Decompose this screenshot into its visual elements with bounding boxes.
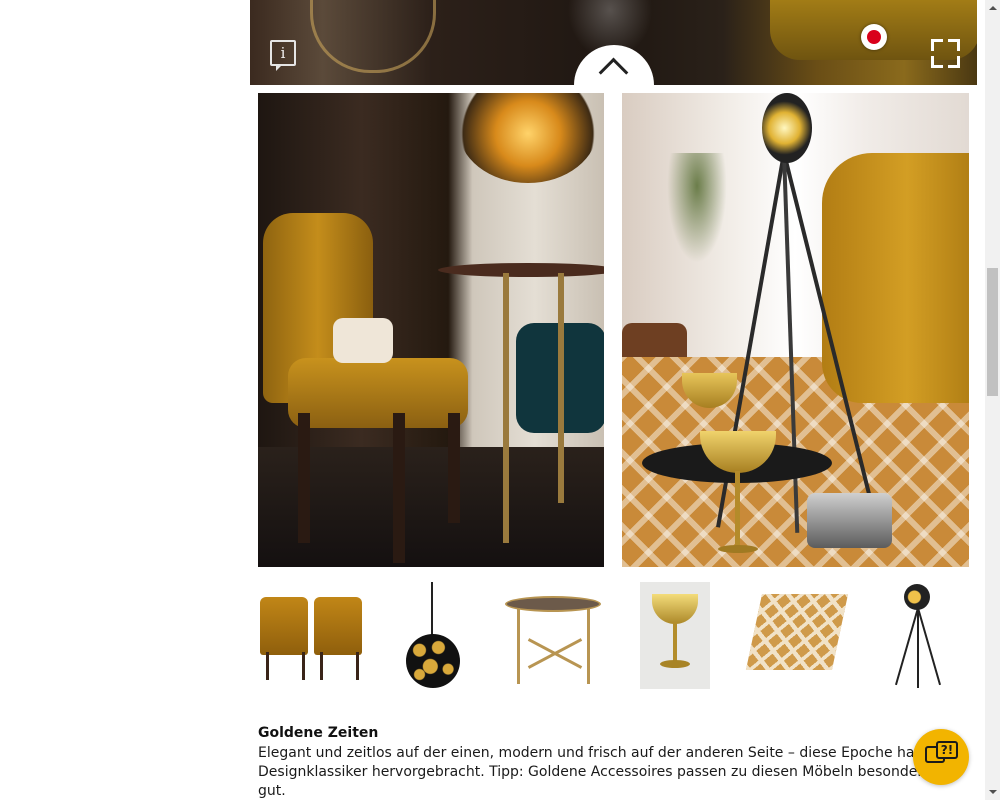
article-title: Goldene Zeiten [258,725,379,741]
pendant-lamp-shape [458,93,598,183]
product-thumb-floor-lamp[interactable] [894,582,942,689]
product-thumb-rug[interactable] [744,582,849,689]
scroll-down-arrow-icon[interactable] [985,785,1000,800]
scroll-up-arrow-icon[interactable] [985,0,1000,15]
product-thumb-chairs[interactable] [258,582,364,689]
page-scrollbar[interactable] [985,0,1000,800]
chat-glyph: ?! [936,741,958,759]
fullscreen-icon[interactable] [931,39,960,68]
article-body: Elegant und zeitlos auf der einen, moder… [258,745,958,799]
living-room-scene-image[interactable] [622,93,969,567]
product-thumb-side-table[interactable] [505,582,601,689]
info-icon[interactable]: i [270,40,296,71]
armchair-shape [822,153,969,403]
telephone-shape [333,318,393,363]
record-dot-icon[interactable] [861,24,887,50]
hero-stool-shape [310,0,436,73]
camera-shape [807,493,892,548]
spotlight-shape [762,93,812,163]
product-thumb-pendant-lamp[interactable] [404,582,460,689]
chat-button[interactable]: ?! [913,729,969,785]
product-thumb-champagne-glass[interactable] [640,582,710,689]
scrollbar-thumb[interactable] [987,268,998,396]
dining-chair-scene-image[interactable] [258,93,604,567]
